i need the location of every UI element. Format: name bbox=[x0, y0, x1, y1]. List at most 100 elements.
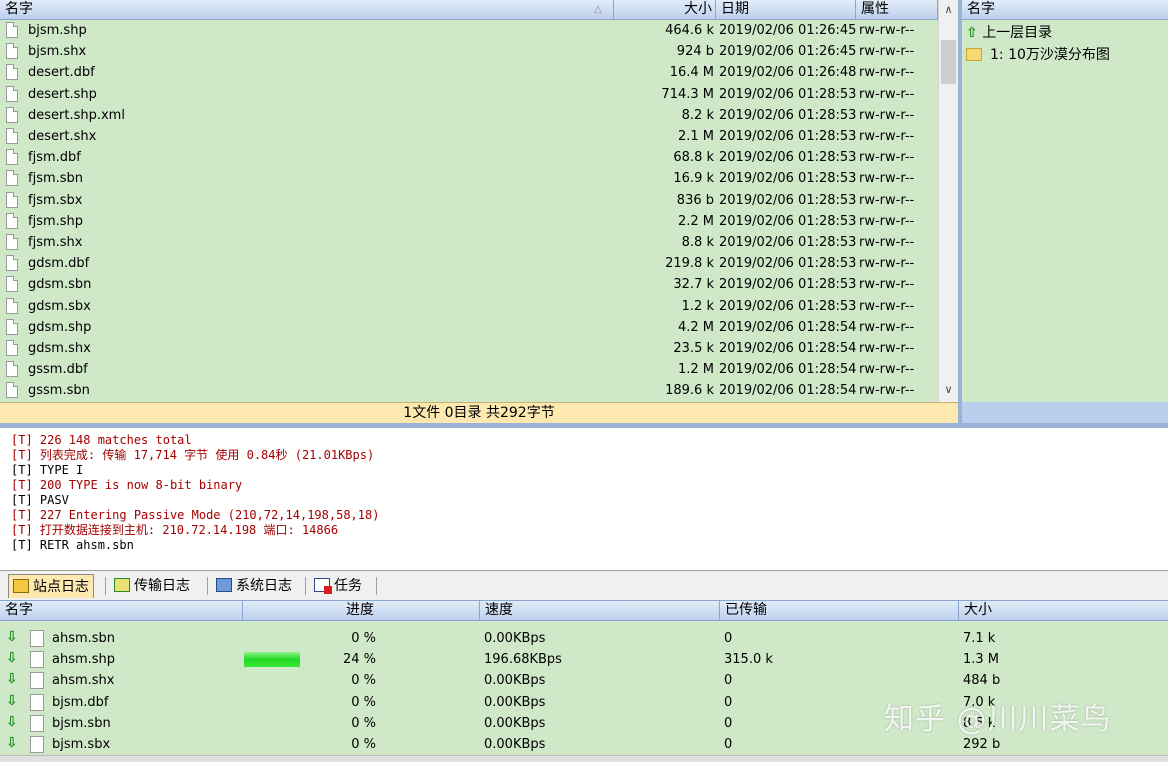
file-icon bbox=[30, 672, 44, 690]
file-attributes: rw-rw-r-- bbox=[859, 298, 915, 314]
folder-label: 1: 10万沙漠分布图 bbox=[990, 47, 1110, 63]
file-row[interactable]: fjsm.shx 8.8 k 2019/02/06 01:28:53 rw-rw-r-… bbox=[0, 233, 938, 254]
file-row[interactable]: gssm.sbn 189.6 k 2019/02/06 01:28:54 rw-rw-… bbox=[0, 381, 938, 402]
tab-system-log-label: 系统日志 bbox=[236, 578, 292, 594]
file-attributes: rw-rw-r-- bbox=[859, 44, 915, 60]
file-row[interactable]: gdsm.sbn 32.7 k 2019/02/06 01:28:53 rw-rw-r… bbox=[0, 275, 938, 296]
transfer-speed: 0.00KBps bbox=[484, 694, 546, 710]
file-date: 2019/02/06 01:28:53 bbox=[719, 277, 857, 293]
transfer-file-name: bjsm.sbn bbox=[52, 715, 111, 731]
transfer-column-transferred[interactable]: 已传输 bbox=[720, 601, 959, 620]
file-attributes: rw-rw-r-- bbox=[859, 383, 915, 399]
transfer-column-size[interactable]: 大小 bbox=[959, 601, 1168, 620]
file-row[interactable]: gdsm.sbx 1.2 k 2019/02/06 01:28:53 rw-rw-r-… bbox=[0, 297, 938, 318]
transfer-file-name: ahsm.shp bbox=[52, 652, 116, 668]
transfer-size: 1.3 M bbox=[963, 652, 1000, 668]
column-date-header[interactable]: 日期 bbox=[716, 0, 856, 19]
file-date: 2019/02/06 01:28:53 bbox=[719, 129, 857, 144]
file-attributes: rw-rw-r-- bbox=[859, 362, 915, 378]
transfer-log-icon bbox=[114, 578, 130, 592]
file-row[interactable]: desert.shp.xml 8.2 k 2019/02/06 01:28:53 rw… bbox=[0, 106, 938, 127]
file-date: 2019/02/06 01:28:54 bbox=[719, 341, 857, 356]
file-icon bbox=[6, 297, 18, 314]
local-pane: 名字 ⇧ 上一层目录 1: 10万沙漠分布图 bbox=[962, 0, 1168, 423]
transfer-speed: 0.00KBps bbox=[484, 737, 546, 752]
file-row[interactable]: fjsm.sbn 16.9 k 2019/02/06 01:28:53 rw-rw-r… bbox=[0, 169, 938, 190]
parent-directory-item[interactable]: ⇧ 上一层目录 bbox=[966, 22, 1052, 43]
file-row[interactable]: desert.shx 2.1 M 2019/02/06 01:28:53 rw-rw-… bbox=[0, 127, 938, 148]
transfer-file-name: bjsm.dbf bbox=[52, 694, 109, 710]
file-row[interactable]: gdsm.dbf 219.8 k 2019/02/06 01:28:53 rw-rw-… bbox=[0, 254, 938, 275]
file-row[interactable]: fjsm.shp 2.2 M 2019/02/06 01:28:53 rw-rw-r-… bbox=[0, 212, 938, 233]
file-row[interactable]: desert.shp 714.3 M 2019/02/06 01:28:53 rw-r… bbox=[0, 85, 938, 106]
column-date-label: 日期 bbox=[721, 1, 749, 17]
column-attr-header[interactable]: 属性 bbox=[856, 0, 938, 19]
file-row[interactable]: gssm.dbf 1.2 M 2019/02/06 01:28:54 rw-rw-r-… bbox=[0, 360, 938, 381]
local-column-name-header[interactable]: 名字 bbox=[962, 0, 1168, 19]
transfer-column-transferred-label: 已传输 bbox=[725, 602, 767, 618]
remote-file-pane: 名字 △ 大小 日期 属性 bjsm.shp 464.6 k 2019/02/06 … bbox=[0, 0, 958, 423]
file-attributes: rw-rw-r-- bbox=[859, 192, 915, 208]
tab-separator bbox=[207, 577, 208, 595]
tab-site-log[interactable]: 站点日志 bbox=[8, 574, 94, 598]
file-icon bbox=[6, 22, 18, 38]
file-icon bbox=[6, 191, 18, 208]
file-name: gdsm.shx bbox=[28, 341, 91, 356]
parent-directory-label: 上一层目录 bbox=[982, 25, 1053, 41]
file-row[interactable]: bjsm.shp 464.6 k 2019/02/06 01:26:45 rw-rw-… bbox=[0, 21, 938, 42]
file-name: fjsm.sbx bbox=[28, 192, 83, 208]
transfer-transferred: 0 bbox=[724, 673, 733, 689]
file-name: gssm.sbn bbox=[28, 383, 90, 399]
transfer-row[interactable]: ⇩ ahsm.shx 0 % 0.00KBps 0 484 b bbox=[0, 670, 1168, 691]
file-name: desert.shx bbox=[28, 129, 97, 144]
transfer-progress: 0 % bbox=[351, 631, 376, 646]
tab-separator bbox=[305, 577, 306, 595]
file-row[interactable]: gdsm.shp 4.2 M 2019/02/06 01:28:54 rw-rw-r-… bbox=[0, 318, 938, 339]
task-icon bbox=[314, 578, 332, 594]
up-arrow-icon: ⇧ bbox=[966, 25, 978, 41]
file-row[interactable]: fjsm.dbf 68.8 k 2019/02/06 01:28:53 rw-rw-r… bbox=[0, 148, 938, 169]
file-attributes: rw-rw-r-- bbox=[859, 277, 915, 293]
file-row[interactable]: gdsm.shx 23.5 k 2019/02/06 01:28:54 rw-rw-r… bbox=[0, 339, 938, 360]
transfer-transferred: 0 bbox=[724, 694, 733, 710]
transfer-speed: 0.00KBps bbox=[484, 715, 546, 731]
file-list-scrollbar[interactable]: ∧ ∨ bbox=[938, 0, 958, 402]
file-name: desert.dbf bbox=[28, 65, 95, 81]
file-size: 2.1 M bbox=[677, 129, 714, 144]
scroll-down-icon[interactable]: ∨ bbox=[939, 380, 958, 400]
log-line: [T] 226 148 matches total bbox=[11, 433, 192, 447]
transfer-column-speed[interactable]: 速度 bbox=[480, 601, 720, 620]
column-size-header[interactable]: 大小 bbox=[614, 0, 716, 19]
column-name-label: 名字 bbox=[5, 1, 33, 17]
file-icon bbox=[6, 255, 18, 272]
transfer-row[interactable]: ⇩ ahsm.sbn 0 % 0.00KBps 0 7.1 k bbox=[0, 628, 1168, 649]
scroll-up-icon[interactable]: ∧ bbox=[939, 0, 958, 20]
file-icon bbox=[6, 64, 18, 81]
transfer-horizontal-scrollbar[interactable] bbox=[0, 755, 1168, 762]
tab-transfer-log[interactable]: 传输日志 bbox=[110, 574, 194, 598]
file-name: gdsm.shp bbox=[28, 319, 92, 335]
file-date: 2019/02/06 01:28:54 bbox=[719, 383, 857, 399]
tab-system-log[interactable]: 系统日志 bbox=[212, 574, 296, 598]
file-icon bbox=[30, 651, 44, 669]
file-date: 2019/02/06 01:28:53 bbox=[719, 192, 857, 208]
tab-tasks[interactable]: 任务 bbox=[310, 574, 366, 598]
file-icon bbox=[6, 170, 18, 187]
column-name-header[interactable]: 名字 △ bbox=[0, 0, 614, 19]
transfer-column-name[interactable]: 名字 bbox=[0, 601, 243, 620]
transfer-column-progress[interactable]: 进度 bbox=[243, 601, 480, 620]
file-row[interactable]: desert.dbf 16.4 M 2019/02/06 01:26:48 rw-rw… bbox=[0, 63, 938, 84]
file-row[interactable]: fjsm.sbx 836 b 2019/02/06 01:28:53 rw-rw-r-… bbox=[0, 191, 938, 212]
file-size: 23.5 k bbox=[673, 341, 714, 356]
transfer-transferred: 0 bbox=[724, 631, 733, 646]
file-attributes: rw-rw-r-- bbox=[859, 235, 915, 250]
transfer-speed: 0.00KBps bbox=[484, 631, 546, 646]
file-row[interactable]: bjsm.shx 924 b 2019/02/06 01:26:45 rw-rw-r-… bbox=[0, 42, 938, 63]
file-icon bbox=[6, 212, 18, 229]
scrollbar-thumb[interactable] bbox=[941, 40, 956, 84]
folder-item[interactable]: 1: 10万沙漠分布图 bbox=[966, 44, 1110, 65]
transfer-progress: 0 % bbox=[351, 673, 376, 689]
progress-bar bbox=[244, 652, 300, 668]
transfer-row[interactable]: ⇩ ahsm.shp 24 % 196.68KBps 315.0 k 1.3 M bbox=[0, 649, 1168, 670]
transfer-column-progress-label: 进度 bbox=[346, 602, 374, 618]
